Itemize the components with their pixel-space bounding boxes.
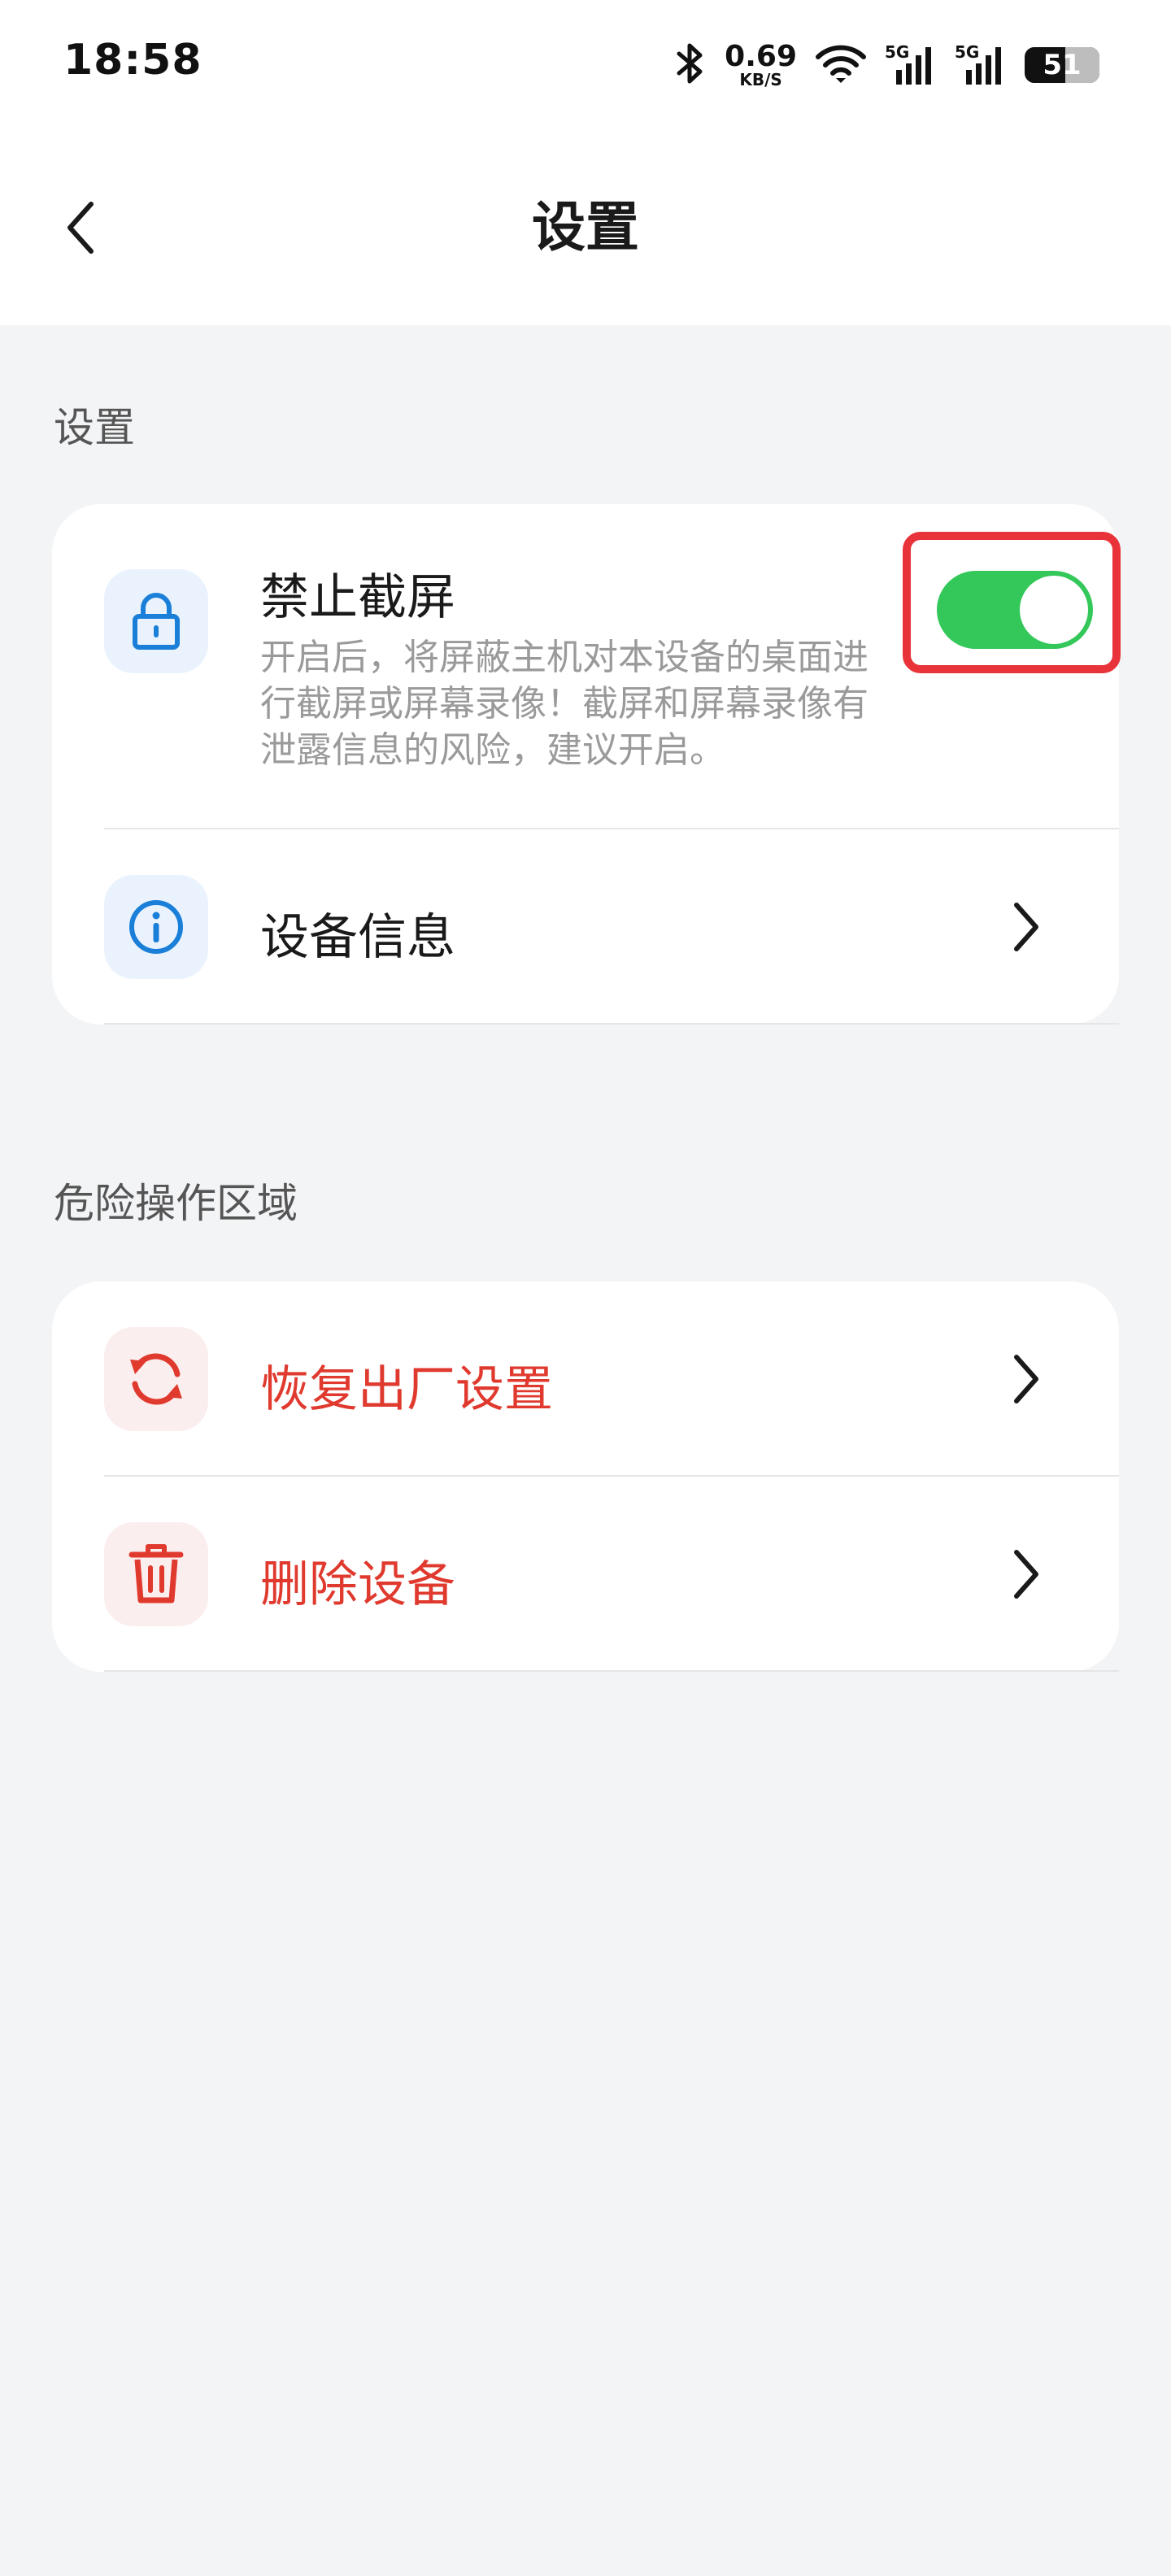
device-info-row[interactable]: 设备信息	[52, 829, 1119, 1025]
network-speed: 0.69 KB/S	[725, 40, 797, 89]
screenshot-block-title: 禁止截屏	[260, 569, 455, 626]
lock-icon	[104, 569, 208, 673]
danger-card: 恢复出厂设置 删除设备	[52, 1281, 1119, 1672]
page-title: 设置	[532, 196, 639, 259]
status-icons: 0.69 KB/S 5G 5G 51	[674, 39, 1099, 91]
section-label-settings: 设置	[54, 404, 135, 451]
section-label-danger: 危险操作区域	[54, 1180, 298, 1227]
device-info-label: 设备信息	[260, 909, 455, 966]
info-icon	[104, 875, 208, 979]
screenshot-block-toggle[interactable]	[937, 571, 1093, 649]
battery-icon: 51	[1025, 47, 1099, 83]
status-time: 18:58	[63, 36, 202, 85]
chevron-right-icon	[1002, 894, 1051, 959]
toggle-knob	[1020, 576, 1088, 644]
divider	[104, 1023, 1119, 1025]
refresh-icon	[104, 1327, 208, 1431]
trash-icon	[104, 1522, 208, 1626]
status-bar: 18:58 0.69 KB/S 5G 5G 51	[0, 0, 1171, 130]
delete-device-row[interactable]: 删除设备	[52, 1477, 1119, 1672]
chevron-right-icon	[1002, 1542, 1051, 1607]
signal-icon: 5G	[955, 42, 1007, 88]
battery-level: 51	[1043, 49, 1082, 81]
factory-reset-label: 恢复出厂设置	[260, 1361, 553, 1418]
factory-reset-row[interactable]: 恢复出厂设置	[52, 1281, 1119, 1477]
nav-bar: 设置	[0, 163, 1171, 299]
network-speed-value: 0.69	[725, 40, 797, 73]
divider	[104, 1670, 1119, 1672]
delete-device-label: 删除设备	[260, 1556, 455, 1613]
screenshot-block-description: 开启后，将屏蔽主机对本设备的桌面进行截屏或屏幕录像！截屏和屏幕录像有泄露信息的风…	[260, 637, 868, 771]
bluetooth-icon	[674, 41, 707, 89]
wifi-icon	[815, 42, 867, 88]
network-speed-unit: KB/S	[739, 70, 782, 89]
signal-icon: 5G	[885, 42, 937, 88]
chevron-right-icon	[1002, 1347, 1051, 1412]
